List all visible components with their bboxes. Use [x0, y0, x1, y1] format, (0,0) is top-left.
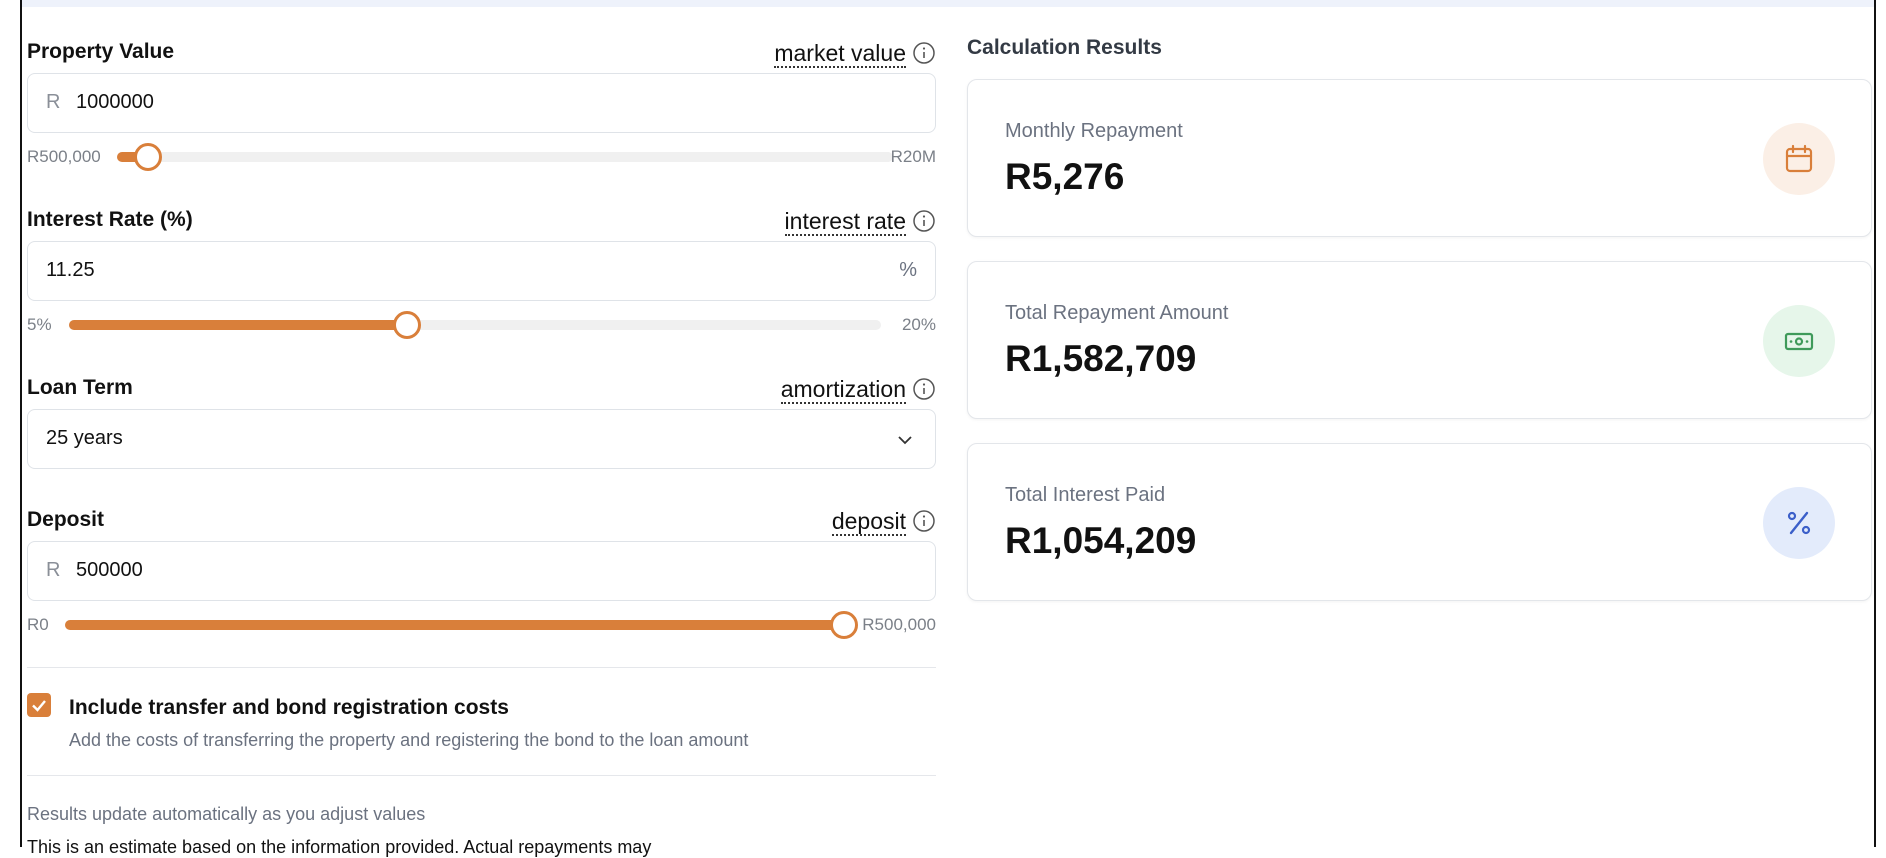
- deposit-min: R0: [27, 615, 49, 634]
- property-value-min: R500,000: [27, 147, 101, 166]
- slider-thumb[interactable]: [393, 311, 422, 339]
- app-frame: Property Value market value R 1000000 R5…: [20, 0, 1876, 857]
- card-label: Total Repayment Amount: [1005, 302, 1229, 324]
- interest-rate-header: Interest Rate (%) interest rate: [27, 204, 936, 236]
- interest-rate-field-value[interactable]: 11.25: [46, 259, 95, 282]
- deposit-input[interactable]: R 500000: [27, 541, 936, 601]
- banknote-icon: [1763, 305, 1835, 377]
- results-panel: Calculation Results Monthly Repayment R5…: [967, 0, 1872, 847]
- loan-term-header: Loan Term amortization: [27, 372, 936, 404]
- property-value-slider-row: R500,000 R20M: [27, 142, 936, 172]
- include-costs-title[interactable]: Include transfer and bond registration c…: [69, 696, 509, 720]
- property-value-slider[interactable]: [117, 143, 893, 171]
- divider: [27, 667, 936, 668]
- info-icon[interactable]: [912, 209, 936, 233]
- monthly-repayment-card: Monthly Repayment R5,276: [967, 79, 1872, 237]
- info-icon[interactable]: [912, 41, 936, 65]
- deposit-max: R500,000: [862, 615, 936, 634]
- deposit-slider[interactable]: [65, 611, 858, 639]
- slider-thumb[interactable]: [134, 143, 163, 171]
- estimate-disclaimer: This is an estimate based on the informa…: [27, 837, 652, 857]
- card-value: R1,582,709: [1005, 338, 1197, 379]
- percent-icon: [1763, 487, 1835, 559]
- deposit-header: Deposit deposit: [27, 504, 936, 536]
- total-repayment-card: Total Repayment Amount R1,582,709: [967, 261, 1872, 419]
- include-costs-subtitle: Add the costs of transferring the proper…: [69, 730, 749, 750]
- total-interest-card: Total Interest Paid R1,054,209: [967, 443, 1872, 601]
- card-label: Total Interest Paid: [1005, 484, 1166, 506]
- amortization-term[interactable]: amortization: [780, 376, 906, 404]
- percent-suffix: %: [899, 259, 917, 281]
- market-value-term[interactable]: market value: [774, 40, 906, 68]
- checkmark-icon: [32, 700, 46, 712]
- slider-thumb[interactable]: [830, 611, 858, 639]
- slider-fill: [69, 320, 408, 330]
- results-title: Calculation Results: [967, 36, 1162, 59]
- deposit-label: Deposit: [27, 508, 105, 531]
- currency-prefix: R: [46, 91, 61, 113]
- property-value-label: Property Value: [27, 40, 175, 63]
- include-costs-checkbox[interactable]: [27, 693, 51, 717]
- property-value-header: Property Value market value: [27, 36, 936, 68]
- card-label: Monthly Repayment: [1005, 120, 1183, 142]
- interest-rate-input[interactable]: 11.25 %: [27, 241, 936, 301]
- interest-rate-label: Interest Rate (%): [27, 208, 193, 231]
- deposit-term[interactable]: deposit: [831, 508, 906, 536]
- card-value: R1,054,209: [1005, 520, 1197, 561]
- loan-term-select[interactable]: 25 years: [27, 409, 936, 469]
- property-value-max: R20M: [890, 147, 936, 166]
- divider: [27, 775, 936, 776]
- interest-rate-term[interactable]: interest rate: [784, 208, 906, 236]
- interest-rate-max: 20%: [901, 315, 936, 334]
- currency-prefix: R: [46, 559, 61, 581]
- property-value-field-value[interactable]: 1000000: [76, 91, 154, 114]
- chevron-down-icon: [898, 436, 912, 445]
- deposit-field-value[interactable]: 500000: [76, 559, 143, 582]
- calendar-icon: [1763, 123, 1835, 195]
- info-icon[interactable]: [912, 509, 936, 533]
- info-icon[interactable]: [912, 377, 936, 401]
- card-value: R5,276: [1005, 156, 1125, 197]
- interest-rate-min: 5%: [27, 315, 52, 334]
- loan-term-selected: 25 years: [46, 427, 123, 449]
- loan-term-label: Loan Term: [27, 376, 133, 399]
- slider-fill: [65, 620, 844, 630]
- interest-rate-slider-row: 5% 20%: [27, 310, 936, 340]
- auto-update-note: Results update automatically as you adju…: [27, 804, 426, 824]
- interest-rate-slider[interactable]: [69, 311, 881, 339]
- deposit-slider-row: R0 R500,000: [27, 610, 936, 640]
- property-value-input[interactable]: R 1000000: [27, 73, 936, 133]
- calculator-form: Property Value market value R 1000000 R5…: [27, 0, 936, 857]
